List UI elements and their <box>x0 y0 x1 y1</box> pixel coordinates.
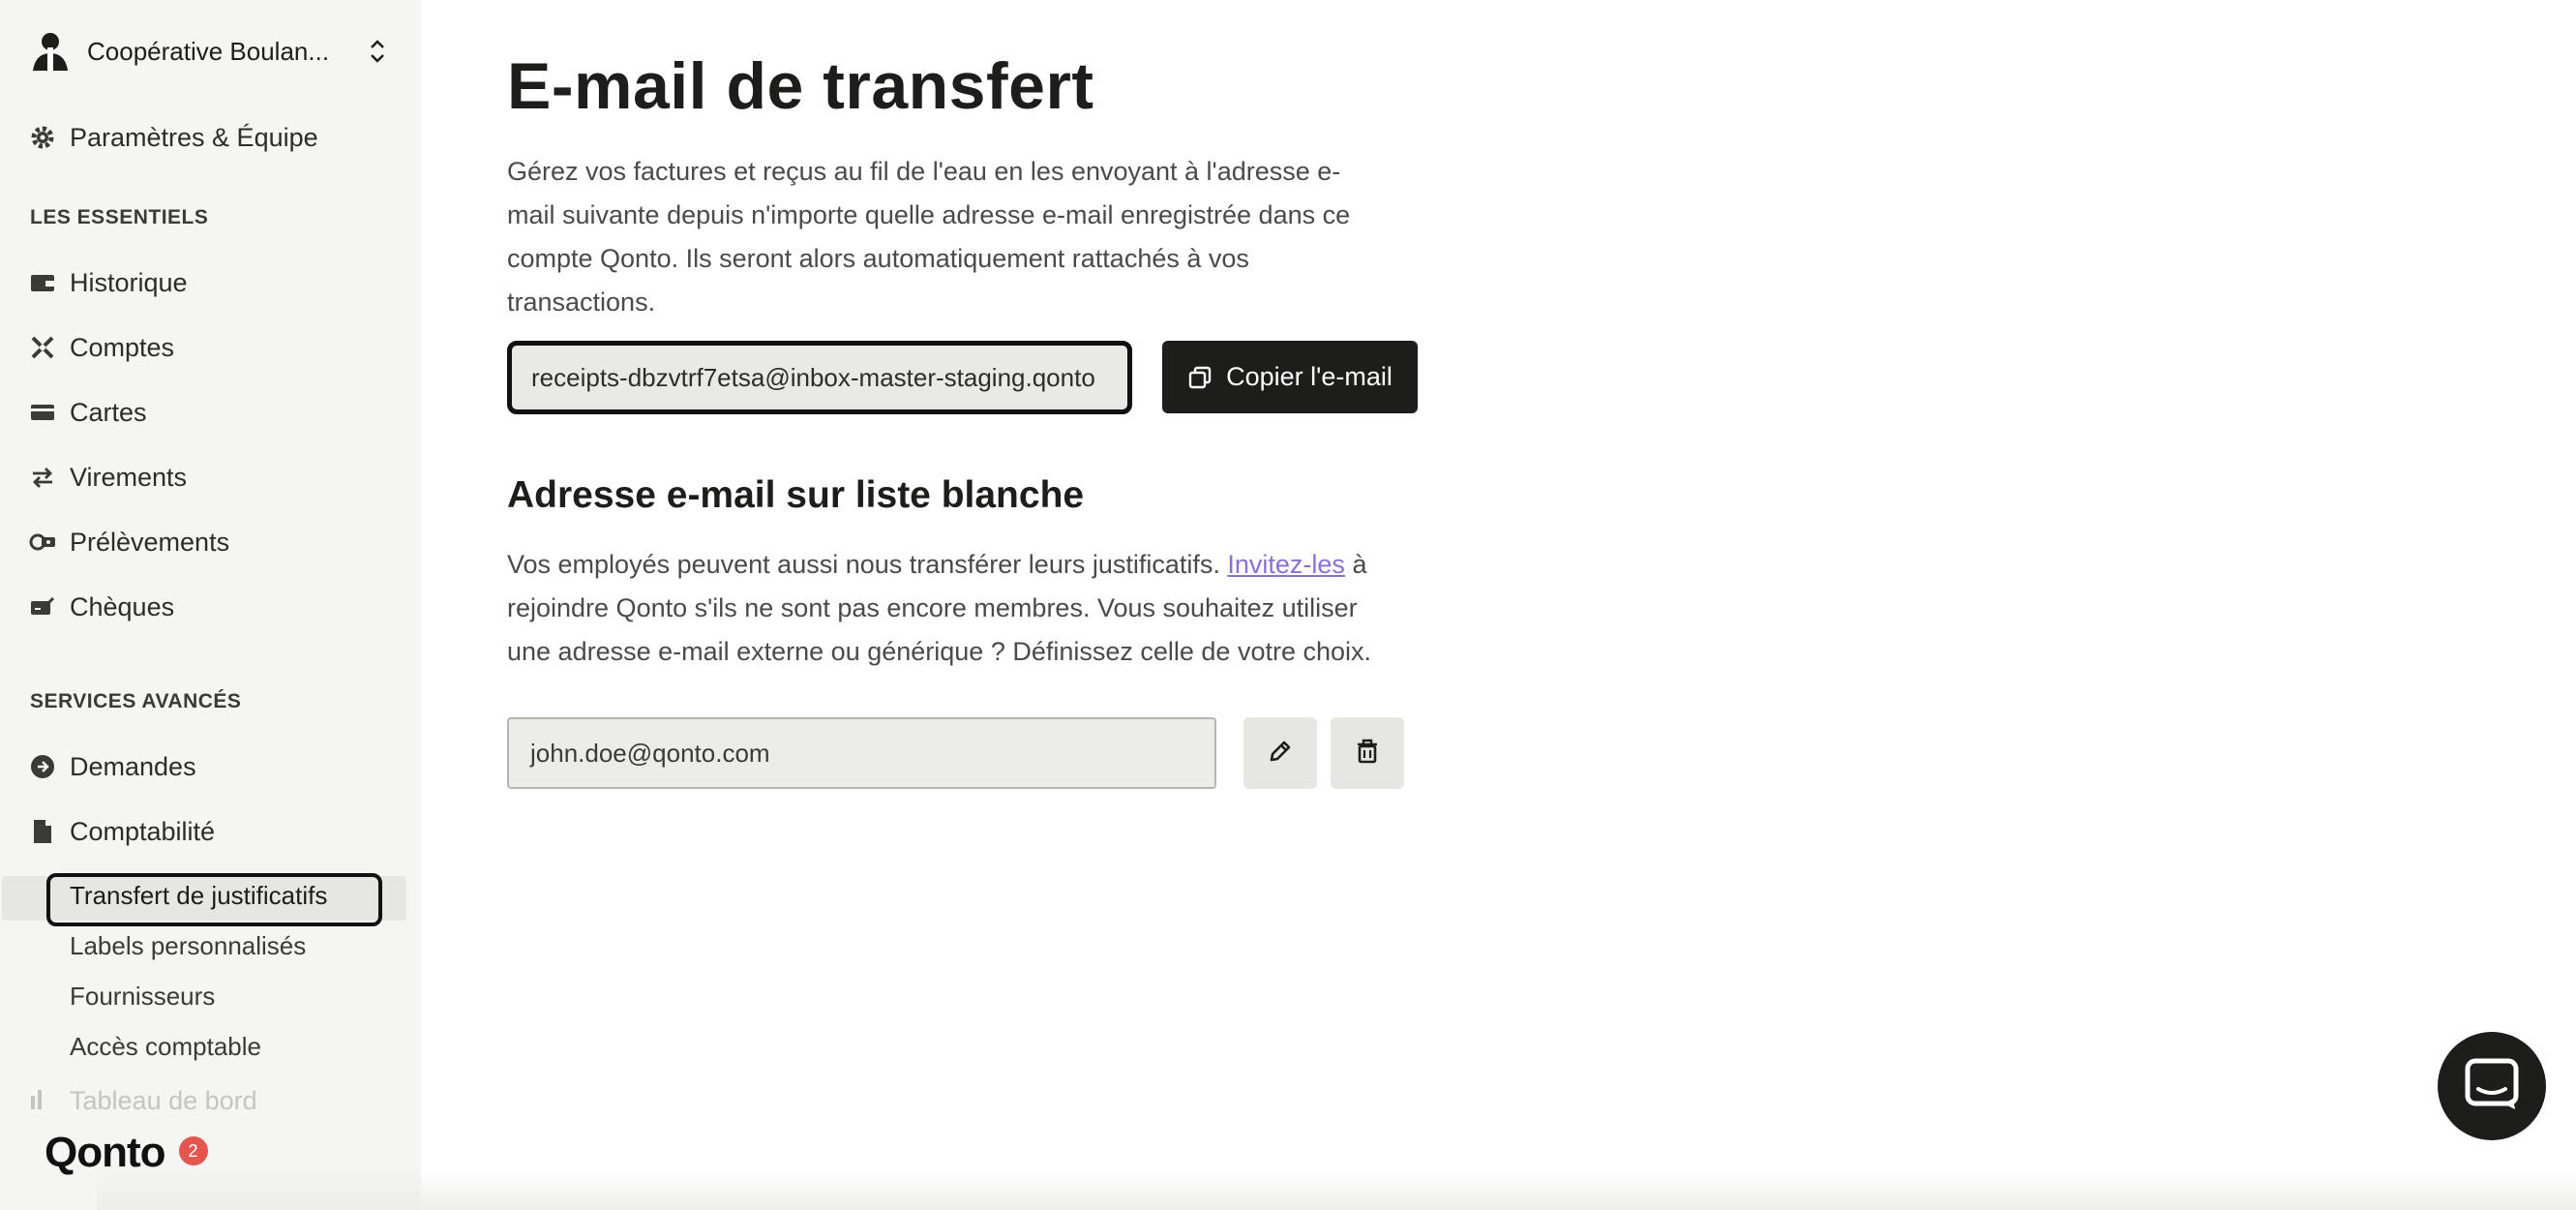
sidebar-item-prelevements[interactable]: Prélèvements <box>29 521 229 563</box>
chevron-up-down-icon <box>368 37 387 66</box>
sidebar-item-label: Historique <box>70 267 188 297</box>
whitelist-title: Adresse e-mail sur liste blanche <box>507 474 1085 516</box>
sidebar-item-label: Paramètres & Équipe <box>70 122 318 152</box>
sidebar-item-historique[interactable]: Historique <box>29 261 188 304</box>
accounts-icon <box>29 334 56 361</box>
sidebar-subitem-acces-comptable[interactable]: Accès comptable <box>70 1032 261 1062</box>
section-title-essentials: LES ESSENTIELS <box>30 206 209 228</box>
card-icon <box>29 399 56 426</box>
chat-support-button[interactable] <box>2438 1032 2546 1140</box>
sidebar-item-label: Comptabilité <box>70 816 216 846</box>
requests-icon <box>29 753 56 780</box>
sidebar-item-cheques[interactable]: Chèques <box>29 586 174 628</box>
copy-email-label: Copier l'e-mail <box>1226 362 1393 391</box>
sidebar-item-demandes[interactable]: Demandes <box>29 745 196 788</box>
whitelist-desc-before: Vos employés peuvent aussi nous transfér… <box>507 550 1220 579</box>
trash-icon <box>1356 739 1379 769</box>
direct-debit-icon <box>29 529 56 556</box>
sidebar-item-label: Prélèvements <box>70 527 230 557</box>
sidebar-item-cartes[interactable]: Cartes <box>29 391 147 434</box>
transfer-icon <box>29 464 56 491</box>
sidebar: Coopérative Boulan... Paramètres & Équip… <box>0 0 421 1210</box>
notification-badge[interactable]: 2 <box>178 1136 208 1165</box>
organization-avatar-icon <box>29 30 72 73</box>
sidebar-subitem-transfert-justificatifs[interactable]: Transfert de justificatifs <box>70 881 327 911</box>
sidebar-item-label: Comptes <box>70 332 175 362</box>
transfer-email-field[interactable]: receipts-dbzvtrf7etsa@inbox-master-stagi… <box>507 341 1132 414</box>
pencil-icon <box>1268 739 1293 769</box>
section-title-advanced: SERVICES AVANCÉS <box>30 690 242 712</box>
sidebar-subitem-fournisseurs[interactable]: Fournisseurs <box>70 982 215 1012</box>
sidebar-item-comptes[interactable]: Comptes <box>29 326 174 369</box>
organization-name: Coopérative Boulan... <box>87 36 330 66</box>
accounting-icon <box>29 818 56 845</box>
logo-text: Qonto <box>45 1129 166 1176</box>
sidebar-item-tableau-de-bord[interactable]: Tableau de bord <box>29 1086 257 1116</box>
sidebar-item-label: Cartes <box>70 397 147 427</box>
sidebar-item-label: Tableau de bord <box>70 1086 257 1115</box>
copy-email-button[interactable]: Copier l'e-mail <box>1162 341 1418 413</box>
dashboard-icon <box>29 1086 56 1116</box>
check-icon <box>29 593 56 620</box>
copy-icon <box>1187 365 1213 390</box>
sidebar-item-label: Virements <box>70 462 188 492</box>
whitelist-email-field[interactable]: john.doe@qonto.com <box>507 717 1216 789</box>
sidebar-item-label: Demandes <box>70 751 196 781</box>
page-title: E-mail de transfert <box>507 49 1094 123</box>
page-description: Gérez vos factures et reçus au fil de l'… <box>507 157 1351 317</box>
chat-icon <box>2465 1058 2519 1115</box>
wallet-icon <box>29 269 56 296</box>
sidebar-item-virements[interactable]: Virements <box>29 456 187 499</box>
qonto-logo: Qonto 2 <box>45 1129 208 1177</box>
delete-button[interactable] <box>1331 717 1404 789</box>
sidebar-subitem-labels[interactable]: Labels personnalisés <box>70 931 306 961</box>
sidebar-item-settings[interactable]: Paramètres & Équipe <box>29 116 318 159</box>
gear-icon <box>29 124 56 151</box>
sidebar-item-label: Chèques <box>70 591 175 621</box>
organization-switcher[interactable]: Coopérative Boulan... <box>29 29 387 74</box>
sidebar-item-comptabilite[interactable]: Comptabilité <box>29 810 215 853</box>
bottom-shadow <box>97 1171 2576 1210</box>
whitelist-description: Vos employés peuvent aussi nous transfér… <box>507 543 1397 674</box>
invite-link[interactable]: Invitez-les <box>1227 550 1345 579</box>
edit-button[interactable] <box>1243 717 1317 789</box>
